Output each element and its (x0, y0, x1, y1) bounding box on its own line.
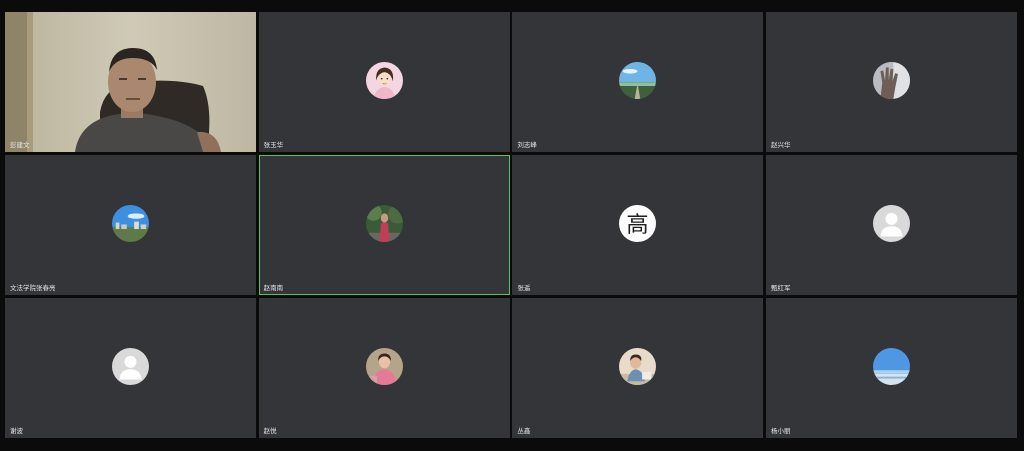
participant-name: 杨小丽 (770, 427, 791, 435)
participant-name: 谢波 (10, 427, 23, 435)
pink-portrait-icon (365, 348, 403, 385)
child-photo-icon (619, 348, 657, 385)
participant-name: 张玉华 (263, 141, 284, 149)
glyph-gao-icon: 高 (619, 205, 657, 242)
sky-landscape-icon (619, 62, 657, 99)
outdoor-person-icon (365, 205, 403, 242)
participant-name: 赵悦 (263, 427, 277, 435)
participant-name: 赵兴华 (770, 141, 791, 149)
participant-name: 丛鑫 (517, 427, 531, 435)
participant-name: 张遥 (517, 284, 531, 292)
participant-name: 刘志峰 (517, 141, 537, 149)
participant-tile[interactable]: 赵兴华 (765, 12, 1017, 152)
participant-name: 彭建文 (10, 141, 30, 149)
participant-tile[interactable]: 刘志峰 (512, 12, 764, 152)
svg-text:高: 高 (627, 212, 649, 238)
participant-grid: 彭建文 张玉华 刘志峰 赵兴华 文法学院张春亮 赵南南 高 张遥 甄红军 谢波 … (5, 12, 1017, 438)
woman-portrait-icon (365, 62, 403, 99)
participant-tile[interactable]: 张玉华 (258, 12, 510, 152)
participant-tile[interactable]: 杨小丽 (765, 298, 1017, 438)
default-user-icon (112, 348, 149, 385)
participant-tile-active-speaker[interactable]: 赵南南 (258, 155, 510, 295)
default-user-icon (872, 205, 910, 242)
person-video-icon (5, 12, 256, 152)
participant-name: 赵南南 (263, 284, 284, 292)
participant-tile[interactable]: 甄红军 (765, 155, 1017, 295)
participant-name: 文法学院张春亮 (10, 284, 56, 292)
participant-tile[interactable]: 谢波 (5, 298, 256, 438)
beach-horizon-icon (872, 348, 910, 385)
participant-tile[interactable]: 丛鑫 (512, 298, 764, 438)
participant-tile[interactable]: 赵悦 (258, 298, 510, 438)
participant-name: 甄红军 (770, 284, 791, 292)
participant-tile[interactable]: 文法学院张春亮 (5, 155, 256, 295)
participant-tile-video[interactable]: 彭建文 (5, 12, 256, 152)
hand-photo-icon (872, 62, 910, 99)
participant-tile[interactable]: 高 张遥 (512, 155, 764, 295)
city-sky-icon (112, 205, 149, 242)
